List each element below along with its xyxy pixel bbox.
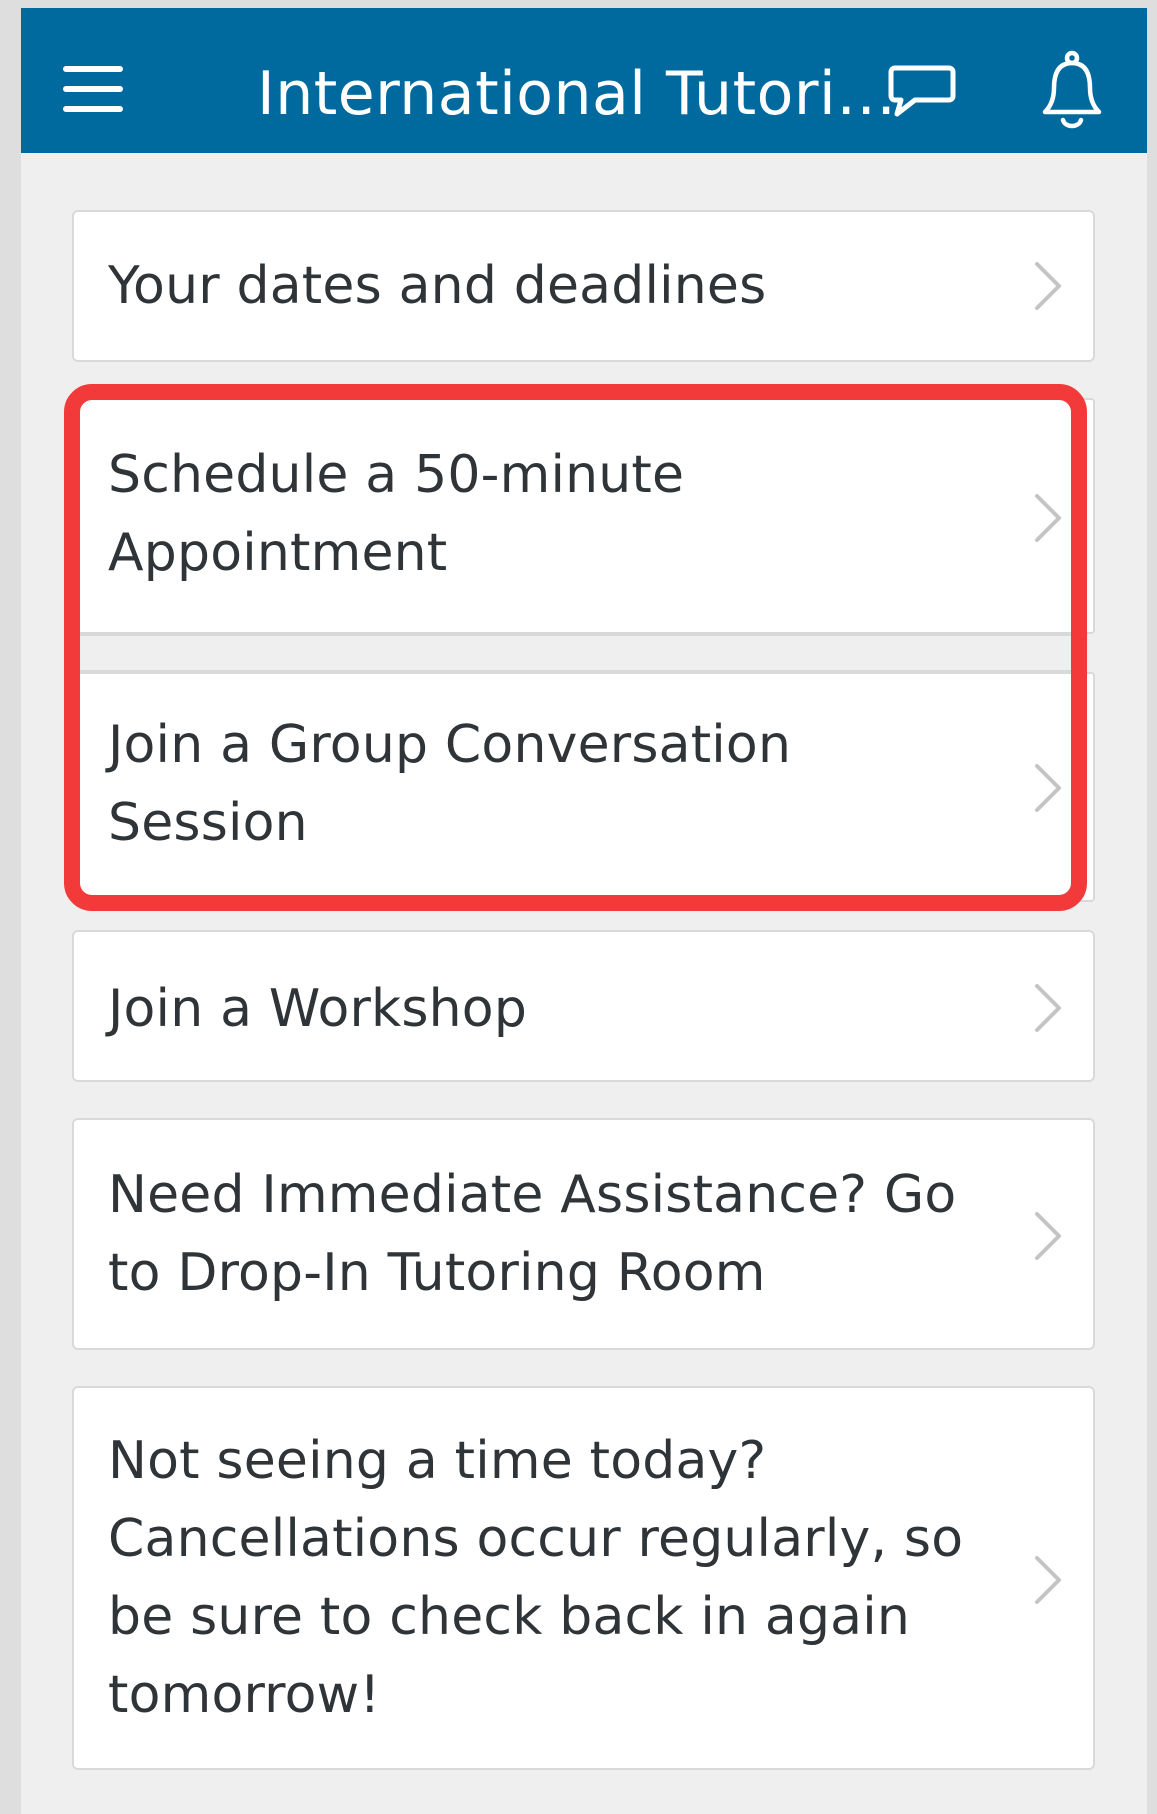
list-item-label: Join a Workshop — [108, 979, 528, 1039]
hamburger-icon[interactable] — [63, 66, 125, 112]
list-item-cancellations-notice[interactable]: Not seeing a time today? Cancellations o… — [72, 1386, 1095, 1770]
chevron-right-icon — [1035, 984, 1061, 1032]
chevron-right-icon — [1035, 262, 1061, 310]
app-bar: International Tutori… — [21, 8, 1147, 153]
chevron-right-icon — [1035, 1556, 1061, 1604]
app-screen: International Tutori… Your dates and dea… — [21, 8, 1147, 1814]
chevron-right-icon — [1035, 1212, 1061, 1260]
list-item-label: Schedule a 50-minute Appointment — [108, 445, 685, 583]
list-item-label: Not seeing a time today? Cancellations o… — [108, 1431, 964, 1725]
chevron-right-icon — [1035, 764, 1061, 812]
chevron-right-icon — [1035, 494, 1061, 542]
page-title: International Tutori… — [257, 59, 897, 129]
list-item-group-conversation[interactable]: Join a Group Conversation Session — [72, 672, 1095, 902]
list-item-drop-in-tutoring[interactable]: Need Immediate Assistance? Go to Drop-In… — [72, 1118, 1095, 1350]
chat-bubble-icon[interactable] — [887, 62, 957, 122]
list-item-label: Join a Group Conversation Session — [108, 715, 792, 853]
list-item-schedule-appointment[interactable]: Schedule a 50-minute Appointment — [72, 398, 1095, 634]
list-item-workshop[interactable]: Join a Workshop — [72, 930, 1095, 1082]
section-divider — [80, 634, 1085, 672]
list-item-dates-deadlines[interactable]: Your dates and deadlines — [72, 210, 1095, 362]
list-item-label: Your dates and deadlines — [108, 256, 767, 316]
list-item-label: Need Immediate Assistance? Go to Drop-In… — [108, 1165, 957, 1303]
bell-icon[interactable] — [1041, 50, 1103, 132]
